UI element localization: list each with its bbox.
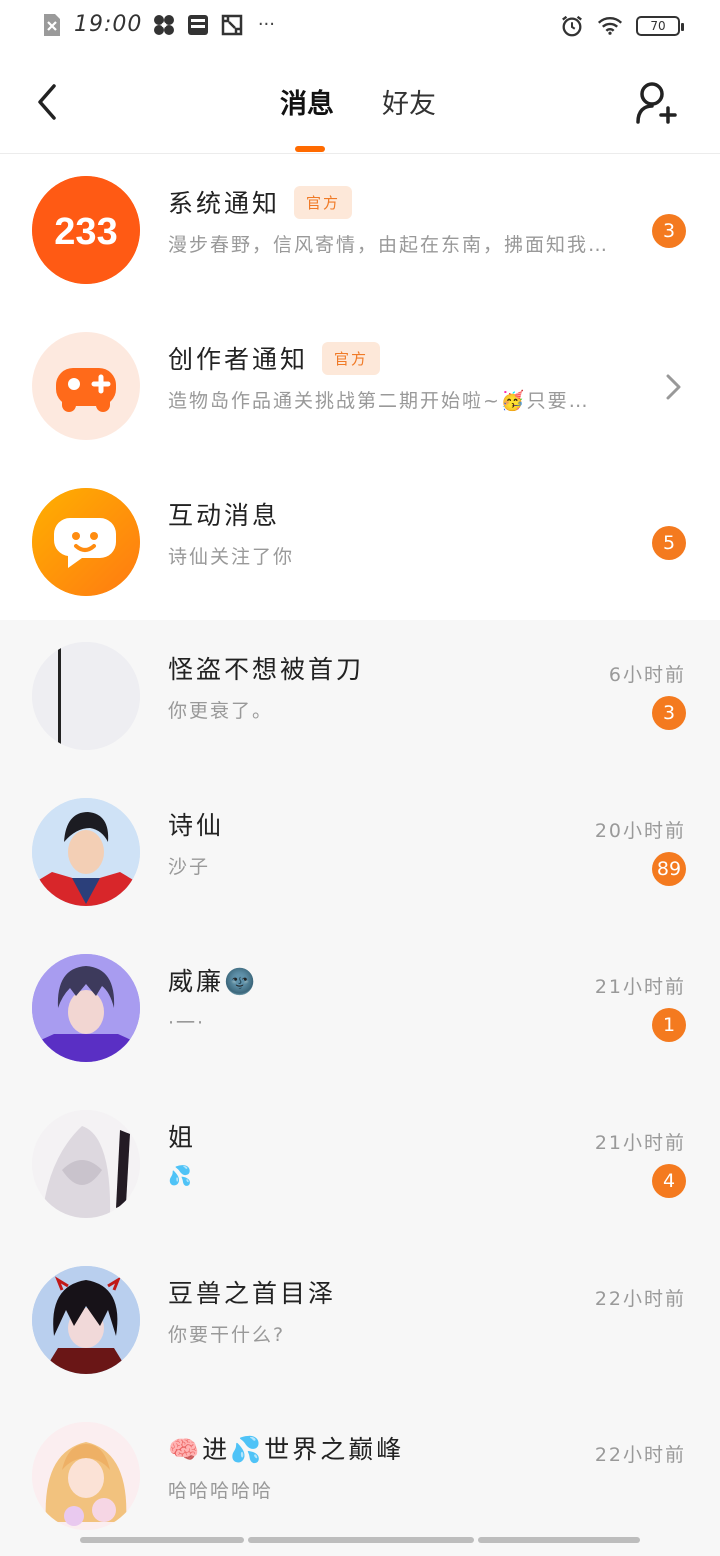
user-avatar-image (32, 1422, 140, 1530)
more-notifications-icon: ··· (257, 14, 275, 35)
interaction-message-avatar (32, 488, 140, 596)
official-tag: 官方 (294, 185, 353, 219)
chat-row[interactable]: 🧠进💦世界之巅峰 哈哈哈哈哈 22小时前 (0, 1400, 720, 1556)
back-button[interactable] (30, 82, 66, 122)
chat-last-message: 你更衰了。 (168, 700, 274, 722)
system-notification-row[interactable]: 233 系统通知 官方 漫步春野，信风寄情，由起在东南，拂面知我… 3 (0, 154, 720, 310)
system-notification-avatar: 233 (32, 176, 140, 284)
avatar (32, 1266, 140, 1374)
chat-last-message: 💦 (168, 1165, 194, 1187)
chat-timestamp: 21小时前 (594, 976, 686, 998)
screenshot-icon (220, 13, 244, 37)
add-friend-button[interactable] (634, 80, 680, 126)
gesture-bar-segment (478, 1537, 640, 1543)
card-icon (186, 13, 210, 37)
chat-row[interactable]: 威廉🌚 ·一· 21小时前 1 (0, 932, 720, 1088)
wifi-icon (598, 14, 622, 38)
top-nav-bar: 消息 好友 (0, 56, 720, 154)
chat-last-message: ·一· (168, 1012, 206, 1034)
chat-timestamp: 22小时前 (594, 1288, 686, 1310)
user-avatar-image (32, 798, 140, 906)
unread-badge: 1 (652, 1008, 686, 1042)
chat-name: 怪盗不想被首刀 (168, 655, 365, 684)
status-bar: 19:00 ··· 70 (0, 0, 720, 56)
unread-badge: 3 (652, 696, 686, 730)
alarm-icon (560, 14, 584, 38)
avatar (32, 954, 140, 1062)
chat-bubble-face-icon (32, 488, 140, 596)
system-notification-title: 系统通知 (168, 189, 281, 218)
creator-notification-title: 创作者通知 (168, 345, 309, 374)
chat-row[interactable]: 诗仙 沙子 20小时前 89 (0, 776, 720, 932)
avatar (32, 1110, 140, 1218)
interaction-message-title: 互动消息 (168, 501, 281, 530)
chat-timestamp: 21小时前 (594, 1132, 686, 1154)
tab-messages[interactable]: 消息 (280, 82, 334, 121)
unread-badge: 4 (652, 1164, 686, 1198)
chat-timestamp: 22小时前 (594, 1444, 686, 1466)
unread-badge: 89 (652, 852, 686, 886)
status-bar-right: 70 (560, 14, 684, 38)
chat-list: 怪盗不想被首刀 你更衰了。 6小时前 3 诗仙 沙子 20小时前 89 威廉🌚 … (0, 620, 720, 1544)
chat-name: 🧠进💦世界之巅峰 (168, 1435, 405, 1464)
user-avatar-image (32, 1266, 140, 1374)
gamepad-icon (56, 368, 116, 412)
chat-name: 姐 (168, 1123, 197, 1152)
svg-text:233: 233 (54, 211, 117, 253)
system-notification-preview: 漫步春野，信风寄情，由起在东南，拂面知我… (168, 234, 610, 256)
chat-name: 威廉🌚 (168, 967, 259, 996)
chat-name: 豆兽之首目泽 (168, 1279, 337, 1308)
chat-row[interactable]: 豆兽之首目泽 你要干什么? 22小时前 (0, 1244, 720, 1400)
chevron-right-icon (666, 374, 681, 400)
official-notifications: 233 系统通知 官方 漫步春野，信风寄情，由起在东南，拂面知我… 3 创作者通… (0, 154, 720, 620)
chat-timestamp: 6小时前 (608, 664, 686, 686)
add-user-icon (636, 82, 677, 124)
no-sim-icon (40, 13, 64, 37)
user-avatar-image (32, 1110, 140, 1218)
avatar (32, 642, 140, 750)
battery-indicator: 70 (636, 16, 684, 36)
user-avatar-image (32, 954, 140, 1062)
avatar (32, 798, 140, 906)
chat-name: 诗仙 (168, 811, 225, 840)
interaction-message-row[interactable]: 互动消息 诗仙关注了你 5 (0, 466, 720, 622)
interaction-message-preview: 诗仙关注了你 (168, 546, 295, 568)
status-bar-left: 19:00 ··· (40, 12, 278, 37)
unread-badge: 3 (652, 214, 686, 248)
creator-notification-preview: 造物岛作品通关挑战第二期开始啦~🥳只要… (168, 390, 590, 412)
chat-last-message: 沙子 (168, 856, 211, 878)
active-tab-indicator (295, 146, 325, 152)
chat-last-message: 你要干什么? (168, 1324, 286, 1346)
unread-badge: 5 (652, 526, 686, 560)
user-avatar-image (32, 642, 140, 750)
creator-notification-avatar (32, 332, 140, 440)
gesture-bar-segment (80, 1537, 244, 1543)
logo-233-icon: 233 (32, 176, 140, 284)
official-tag: 官方 (322, 341, 381, 375)
tab-friends[interactable]: 好友 (382, 82, 436, 121)
avatar (32, 1422, 140, 1530)
status-time: 19:00 (74, 12, 143, 37)
back-arrow-icon (38, 84, 56, 120)
gesture-bar-segment (248, 1537, 474, 1543)
chat-last-message: 哈哈哈哈哈 (168, 1480, 274, 1502)
chat-timestamp: 20小时前 (594, 820, 686, 842)
chat-row[interactable]: 姐 💦 21小时前 4 (0, 1088, 720, 1244)
creator-notification-row[interactable]: 创作者通知 官方 造物岛作品通关挑战第二期开始啦~🥳只要… (0, 310, 720, 466)
chat-row[interactable]: 怪盗不想被首刀 你更衰了。 6小时前 3 (0, 620, 720, 776)
fan-icon (152, 13, 176, 37)
